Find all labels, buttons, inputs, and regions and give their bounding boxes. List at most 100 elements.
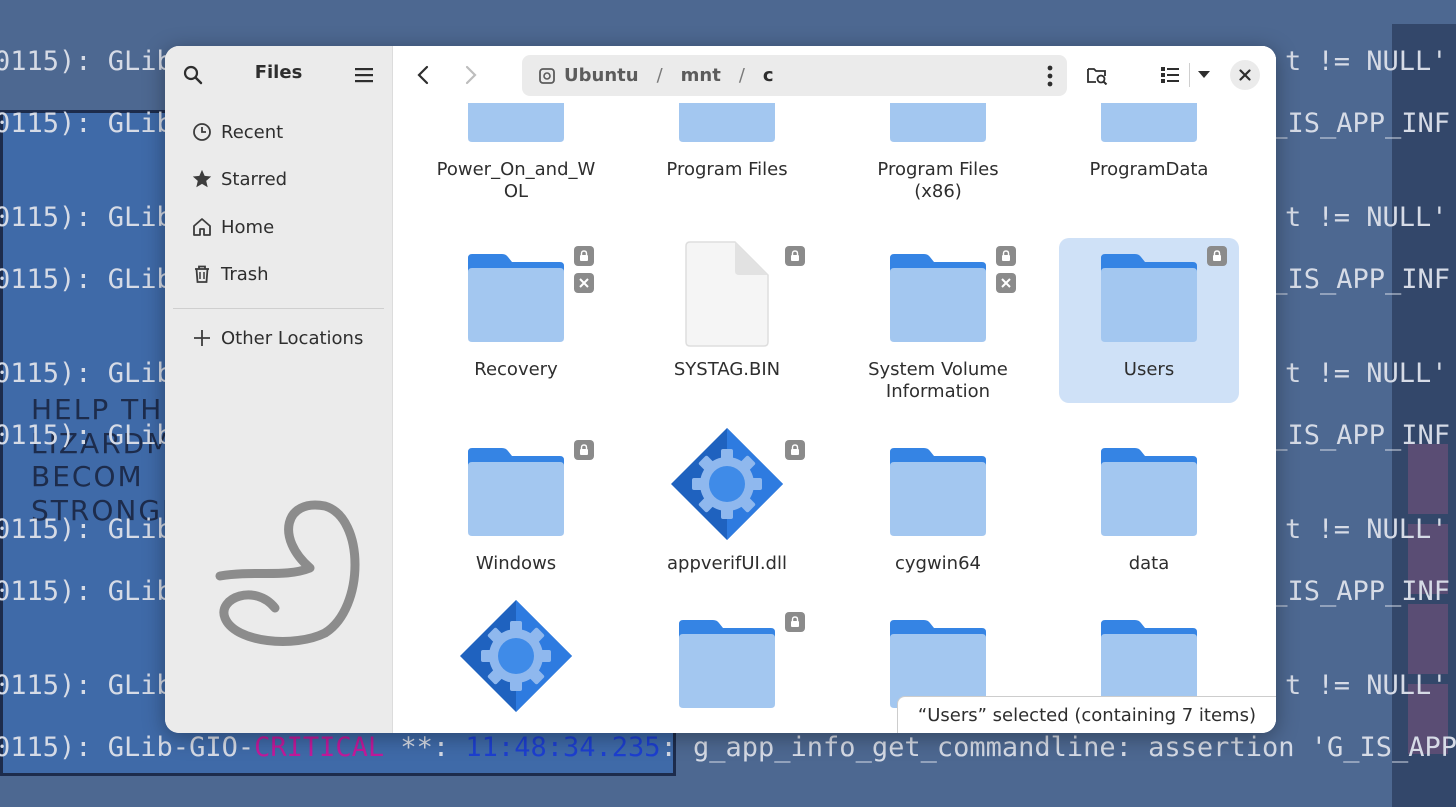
close-icon	[1239, 69, 1251, 81]
terminal-line: 0115): GLib	[0, 420, 173, 451]
drive-icon	[538, 67, 556, 85]
hamburger-menu-icon	[355, 68, 373, 83]
item-name: Power_On_and_W OL	[436, 159, 596, 202]
file-grid: Power_On_and_W OL Program Files Program Fi…	[393, 103, 1276, 733]
breadcrumb-separator: /	[656, 65, 663, 86]
sidebar-item-label: Other Locations	[221, 327, 364, 349]
toolbar-divider	[1189, 63, 1190, 87]
doodle-icon	[215, 500, 360, 646]
folder-icon	[888, 440, 988, 540]
breadcrumb-c[interactable]: c	[763, 65, 774, 86]
back-button[interactable]	[407, 59, 439, 91]
item-name: Program Files	[666, 159, 788, 180]
item-name: Windows	[475, 553, 557, 574]
folder-item[interactable]: Recovery	[426, 238, 606, 408]
sidebar-item-home[interactable]: Home	[173, 207, 384, 247]
lock-icon	[996, 246, 1016, 266]
sidebar-item-recent[interactable]: Recent	[173, 112, 384, 152]
folder-item[interactable]: ProgramData	[1059, 103, 1239, 208]
sidebar-item-label: Trash	[221, 263, 269, 285]
breadcrumb-ubuntu[interactable]: Ubuntu	[564, 65, 639, 86]
folder-icon	[888, 246, 988, 346]
terminal-line: 0115): GLib	[0, 202, 173, 233]
star-icon	[189, 166, 215, 192]
file-item[interactable]: SYSTAG.BIN	[637, 238, 817, 408]
header-bar: Ubuntu / mnt / c	[393, 46, 1276, 103]
folder-item[interactable]: data	[1059, 432, 1239, 602]
search-location-button[interactable]	[1081, 59, 1113, 91]
sidebar-item-label: Recent	[221, 121, 284, 143]
chevron-left-icon	[417, 65, 429, 85]
breadcrumb-separator: /	[738, 65, 745, 86]
terminal-line: t != NULL' f	[1285, 514, 1448, 545]
terminal-line: G_IS_APP_INF	[1255, 576, 1451, 607]
terminal-line: 0115): GLib	[0, 264, 173, 295]
item-name: Recovery	[474, 359, 558, 380]
status-overlay: “Users” selected (containing 7 items)	[896, 696, 1276, 733]
path-bar[interactable]: Ubuntu / mnt / c	[522, 55, 1067, 96]
item-name: ProgramData	[1089, 159, 1209, 180]
folder-item[interactable]: Power_On_and_W OL	[426, 103, 606, 208]
folder-item[interactable]: Windows	[426, 432, 606, 602]
folder-item[interactable]: Program Files (x86)	[848, 103, 1028, 208]
terminal-line: 0115): GLib	[0, 576, 173, 607]
folder-item[interactable]	[637, 604, 817, 733]
unreadable-icon	[996, 273, 1016, 293]
view-toggle-button[interactable]	[1153, 59, 1187, 91]
lock-icon	[574, 246, 594, 266]
folder-icon	[1099, 103, 1199, 146]
files-window: Files Recent Starred Home Trash Other Lo…	[165, 46, 1276, 733]
terminal-line: t != NULL' f	[1285, 670, 1448, 701]
item-name: Users	[1123, 359, 1175, 380]
terminal-line: t != NULL' f	[1285, 46, 1448, 77]
item-name: Program Files (x86)	[877, 159, 999, 202]
trash-icon	[189, 261, 215, 287]
item-name: SYSTAG.BIN	[673, 359, 781, 380]
item-name: data	[1128, 553, 1170, 574]
search-button[interactable]	[177, 60, 209, 90]
folder-item[interactable]: cygwin64	[848, 432, 1028, 602]
plus-icon	[189, 325, 215, 351]
folder-icon	[677, 612, 777, 712]
search-icon	[183, 65, 203, 85]
terminal-line: 0115): GLib-GIO-CRITICAL **: 11:48:34.23…	[0, 732, 1456, 763]
breadcrumb-mnt[interactable]: mnt	[681, 65, 721, 86]
sidebar-divider	[173, 308, 384, 309]
terminal-line: 0115): GLib	[0, 46, 173, 77]
folder-item[interactable]: System Volume Information	[848, 238, 1028, 408]
folder-icon	[466, 246, 566, 346]
terminal-line: G_IS_APP_INF	[1255, 420, 1451, 451]
path-menu-button[interactable]	[1047, 65, 1053, 87]
terminal-line: 0115): GLib	[0, 108, 173, 139]
terminal-line: 0115): GLib	[0, 670, 173, 701]
item-name: cygwin64	[894, 553, 981, 574]
main-menu-button[interactable]	[348, 60, 380, 90]
vertical-dots-icon	[1047, 65, 1053, 86]
chevron-right-icon	[465, 65, 477, 85]
folder-icon	[1099, 246, 1199, 346]
lock-icon	[574, 440, 594, 460]
sidebar-item-starred[interactable]: Starred	[173, 159, 384, 199]
file-icon	[677, 240, 777, 347]
folder-icon	[677, 103, 777, 146]
view-options-button[interactable]	[1191, 59, 1217, 91]
sidebar-item-other-locations[interactable]: Other Locations	[173, 318, 384, 358]
folder-icon	[1099, 440, 1199, 540]
folder-item[interactable]: Program Files	[637, 103, 817, 208]
lock-icon	[1207, 246, 1227, 266]
sidebar: Files Recent Starred Home Trash Other Lo…	[165, 46, 393, 733]
item-name: System Volume Information	[868, 359, 1008, 402]
library-item[interactable]: appverifUI.dll	[637, 428, 817, 602]
library-item[interactable]	[426, 600, 606, 733]
close-button[interactable]	[1230, 60, 1260, 90]
sidebar-item-label: Starred	[221, 168, 288, 190]
terminal-line: t != NULL' f	[1285, 202, 1448, 233]
folder-item[interactable]: Users	[1059, 238, 1239, 408]
forward-button[interactable]	[455, 59, 487, 91]
chevron-down-icon	[1198, 71, 1210, 78]
lock-icon	[785, 612, 805, 632]
folder-icon	[888, 103, 988, 146]
sidebar-title: Files	[254, 62, 303, 83]
terminal-line: G_IS_APP_INF	[1255, 108, 1451, 139]
sidebar-item-trash[interactable]: Trash	[173, 254, 384, 294]
